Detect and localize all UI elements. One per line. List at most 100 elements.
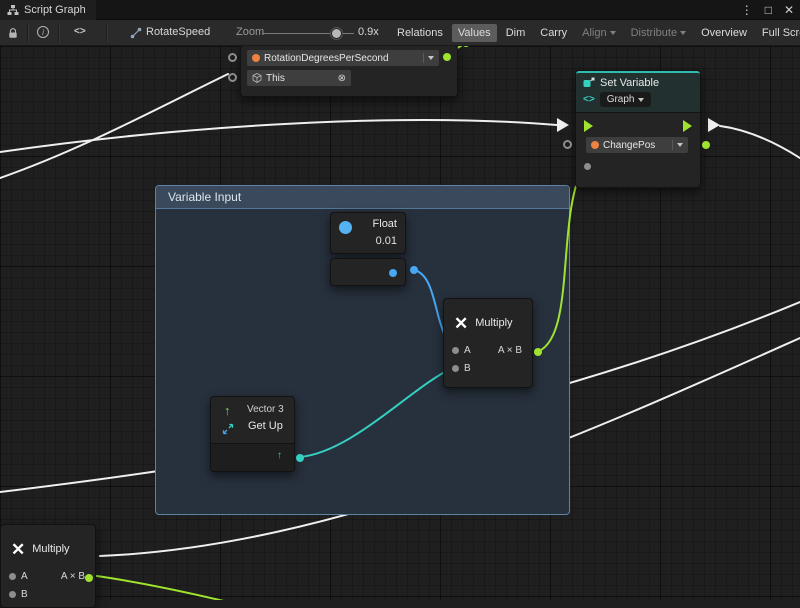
port-row-a[interactable]: A A × B [1, 567, 95, 585]
port-label-ab: A × B [61, 571, 85, 582]
dim-button[interactable]: Dim [500, 24, 532, 42]
close-icon[interactable]: ✕ [784, 3, 794, 17]
menu-icon[interactable]: ⋮ [741, 3, 753, 17]
code-view-icon[interactable]: <> [74, 26, 86, 37]
flow-in-port-icon[interactable] [584, 120, 593, 132]
set-variable-header: Set Variable <> Graph [576, 71, 700, 113]
zoom-slider-knob[interactable] [331, 28, 342, 39]
variable-name: RotationDegreesPerSecond [264, 53, 389, 64]
float-output-port[interactable] [410, 266, 418, 274]
align-label: Align [582, 26, 606, 41]
port-input-a[interactable] [9, 573, 16, 580]
window-controls: ⋮ □ ✕ [741, 0, 794, 20]
distribute-label: Distribute [631, 26, 677, 41]
script-graph-asset-icon [130, 27, 142, 39]
scope-dropdown[interactable]: Graph [600, 92, 652, 107]
port-input-value[interactable] [584, 163, 591, 170]
node-title: Set Variable [600, 77, 659, 89]
port-input-target[interactable] [228, 73, 237, 82]
node-title: Float [373, 218, 397, 230]
port-input-b[interactable] [9, 591, 16, 598]
port-input-name[interactable] [228, 53, 237, 62]
float-type-icon [339, 221, 352, 234]
chevron-down-icon [610, 31, 616, 35]
clear-icon[interactable]: ⊗ [338, 73, 346, 84]
port-output-ab[interactable] [534, 348, 542, 356]
setvar-name-dropdown[interactable]: ChangePos [586, 137, 688, 153]
chevron-down-icon[interactable] [428, 56, 434, 60]
divider [672, 140, 673, 150]
port-label-b: B [464, 363, 471, 374]
set-variable-icon [583, 77, 595, 89]
node-get-up[interactable]: ↑ Vector 3 Get Up ↑ [210, 396, 295, 472]
node-float-header[interactable]: Float 0.01 [330, 212, 406, 254]
setvar-name: ChangePos [603, 140, 655, 151]
node-type: Vector 3 [247, 404, 284, 415]
toolbar-buttons: Relations Values Dim Carry Align Distrib… [391, 24, 800, 42]
flow-out-port-icon[interactable] [683, 120, 692, 132]
align-button[interactable]: Align [576, 24, 621, 42]
multiply-icon: ✕ [454, 315, 468, 332]
zoom-value: 0.9x [358, 26, 379, 38]
toolbar: i <> RotateSpeed Zoom 0.9x Relations Val… [0, 20, 800, 46]
tab-title: Script Graph [24, 4, 86, 16]
port-input-name[interactable] [563, 140, 572, 149]
target-field[interactable]: This ⊗ [247, 70, 351, 86]
info-icon[interactable]: i [37, 26, 49, 38]
port-row-a[interactable]: A A × B [444, 341, 532, 359]
float-value[interactable]: 0.01 [376, 235, 397, 247]
node-title: Multiply [32, 543, 69, 555]
port-label-ab: A × B [498, 345, 522, 356]
scope-label: Graph [607, 94, 635, 105]
code-icon: <> [583, 94, 595, 105]
divider [423, 53, 424, 63]
chevron-down-icon[interactable] [677, 143, 683, 147]
window-titlebar: Script Graph ⋮ □ ✕ [0, 0, 800, 20]
node-title: Multiply [475, 317, 512, 329]
tab-script-graph[interactable]: Script Graph [0, 0, 96, 20]
node-title: Get Up [248, 420, 283, 432]
vector-port-icon: ↑ [277, 450, 282, 461]
zoom-label: Zoom [236, 26, 264, 38]
maximize-icon[interactable]: □ [765, 3, 772, 17]
node-multiply[interactable]: ✕ Multiply A A × B B [443, 298, 533, 388]
port-row-b[interactable]: B [444, 359, 532, 377]
node-float-body[interactable] [330, 258, 406, 286]
variable-dropdown[interactable]: RotationDegreesPerSecond [247, 50, 439, 66]
port-strip: ↑ [211, 443, 294, 471]
port-output-ab[interactable] [85, 574, 93, 582]
port-row-b[interactable]: B [1, 585, 95, 603]
port-label-a: A [21, 571, 28, 582]
relations-button[interactable]: Relations [391, 24, 449, 42]
multiply-icon: ✕ [11, 541, 25, 558]
toolbar-divider [106, 23, 107, 42]
node-multiply-2[interactable]: ✕ Multiply A A × B B [0, 524, 96, 608]
port-label-a: A [464, 345, 471, 356]
port-output-value[interactable] [443, 53, 451, 61]
port-input-a[interactable] [452, 347, 459, 354]
port-output-vector[interactable] [296, 454, 304, 462]
up-arrow-icon: ↑ [224, 403, 231, 418]
cube-icon [252, 73, 262, 83]
vector-arrows-icon [222, 423, 234, 435]
toolbar-divider [58, 23, 59, 42]
overview-button[interactable]: Overview [695, 24, 753, 42]
variable-type-dot [591, 141, 599, 149]
port-output-value[interactable] [702, 141, 710, 149]
carry-button[interactable]: Carry [534, 24, 573, 42]
group-title[interactable]: Variable Input [156, 186, 569, 209]
target-label: This [266, 73, 285, 84]
variable-type-dot [252, 54, 260, 62]
values-button[interactable]: Values [452, 24, 497, 42]
fullscreen-button[interactable]: Full Screen [756, 24, 800, 42]
port-output-inner-dot [389, 269, 397, 277]
port-input-b[interactable] [452, 365, 459, 372]
distribute-button[interactable]: Distribute [625, 24, 692, 42]
chevron-down-icon [680, 31, 686, 35]
graph-name: RotateSpeed [146, 26, 210, 38]
toolbar-divider [27, 23, 28, 42]
node-set-variable[interactable]: Set Variable <> Graph ChangePos [575, 70, 701, 188]
lock-icon[interactable] [7, 27, 19, 39]
node-get-variable[interactable]: RotationDegreesPerSecond This ⊗ [240, 45, 458, 97]
port-label-b: B [21, 589, 28, 600]
